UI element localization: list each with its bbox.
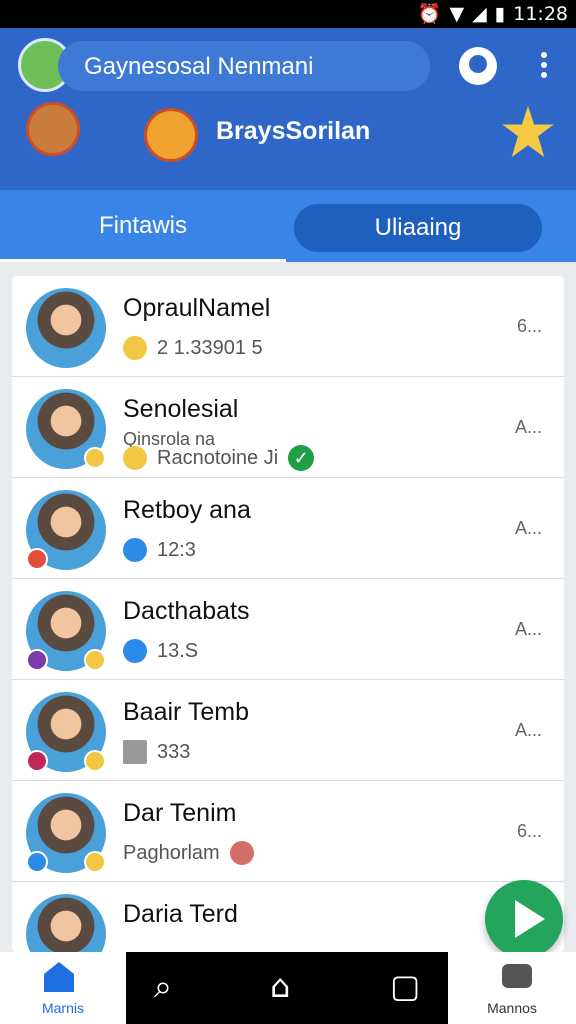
mini-avatar-icon (123, 446, 147, 470)
contact-meta: Paghorlam (123, 841, 254, 865)
message-time: 6... (516, 316, 542, 336)
avatar (26, 288, 106, 368)
wifi-icon: ▼ (449, 2, 465, 25)
home-icon (44, 962, 74, 992)
character-icon (26, 102, 80, 156)
home-icon[interactable]: ⌂ (270, 970, 290, 1002)
smiley-badge-icon (84, 851, 106, 873)
contact-detail: 333 (157, 740, 191, 763)
contact-detail: 2 1.33901 5 (157, 336, 263, 359)
message-time: A... (514, 720, 542, 740)
message-time: A... (514, 518, 542, 538)
promo-title: BraysSorilan (216, 117, 371, 145)
status-badge (26, 649, 48, 671)
home-nav-button[interactable]: Marnis (0, 952, 126, 1024)
status-bar: ⏰ ▼ ◢ ▮ 11:28 (0, 0, 576, 28)
contact-name: Daria Terd (123, 900, 238, 928)
check-icon (123, 538, 147, 562)
play-fab-button[interactable] (485, 880, 563, 958)
battery-icon: ▮ (494, 2, 506, 25)
status-badge (26, 851, 48, 873)
cartoon-characters-image (18, 102, 198, 174)
tab-left[interactable]: Fintawis (0, 190, 286, 262)
message-icon (123, 639, 147, 663)
bottom-navigation: Marnis ⌕ ⌂ ▢ Mannos (0, 952, 576, 1024)
smiley-badge-icon (84, 750, 106, 772)
search-text: Gaynesosal Nenmani (84, 53, 314, 80)
status-time: 11:28 (513, 2, 568, 25)
contact-name: Dacthabats (123, 597, 250, 625)
search-icon[interactable]: ⌕ (154, 970, 172, 1002)
list-item[interactable]: Baair Temb 333 A... (12, 680, 564, 781)
camera-icon (502, 964, 532, 988)
messages-nav-button[interactable]: Mannos (448, 952, 576, 1024)
square-icon (123, 740, 147, 764)
alarm-icon: ⏰ (417, 3, 442, 25)
contact-name: Dar Tenim (123, 799, 237, 827)
contact-meta: 13.S (123, 639, 198, 663)
mini-avatar-icon (229, 841, 254, 865)
list-item[interactable]: Senolesial Qinsrola na Racnotoine Ji ✓ A… (12, 377, 564, 478)
status-badge (26, 548, 48, 570)
coin-icon (123, 336, 147, 360)
messages-nav-label: Mannos (487, 1000, 537, 1016)
star-icon (502, 106, 554, 157)
message-time: A... (514, 417, 542, 437)
contact-name: OpraulNamel (123, 294, 271, 322)
status-icons: ⏰ ▼ ◢ ▮ 11:28 (417, 2, 568, 26)
home-nav-label: Marnis (41, 1000, 84, 1016)
tab-bar: Fintawis Uliaaing (0, 190, 576, 262)
contact-meta: 12:3 (123, 538, 196, 562)
contact-list: OpraulNamel 2 1.33901 5 6... Senolesial … (12, 276, 564, 952)
contact-name: Senolesial (123, 395, 239, 423)
tab-right[interactable]: Uliaaing (294, 204, 542, 252)
contact-detail: Racnotoine Ji (157, 446, 279, 469)
more-options-icon[interactable] (535, 50, 553, 84)
contact-name: Baair Temb (123, 698, 249, 726)
system-navigation: ⌕ ⌂ ▢ (126, 952, 448, 1024)
list-item[interactable]: Dar Tenim Paghorlam 6... (12, 781, 564, 882)
verified-icon: ✓ (288, 445, 315, 471)
signal-icon: ◢ (472, 2, 487, 25)
smiley-icon (144, 108, 198, 162)
contact-meta: 333 (123, 740, 190, 764)
contact-name: Retboy ana (123, 496, 251, 524)
status-badge (84, 447, 106, 469)
message-time: A... (514, 619, 542, 639)
profile-icon[interactable] (459, 47, 497, 85)
contact-detail: 13.S (157, 639, 199, 662)
avatar (26, 894, 106, 952)
app-header: Gaynesosal Nenmani BraysSorilan (0, 28, 576, 190)
list-item[interactable]: OpraulNamel 2 1.33901 5 6... (12, 276, 564, 377)
smiley-badge-icon (84, 649, 106, 671)
contact-detail: Paghorlam (123, 841, 220, 864)
list-item[interactable]: Dacthabats 13.S A... (12, 579, 564, 680)
contact-meta: 2 1.33901 5 (123, 336, 263, 360)
contact-meta: Racnotoine Ji ✓ (123, 445, 315, 471)
search-bar[interactable]: Gaynesosal Nenmani (58, 41, 430, 91)
status-badge (26, 750, 48, 772)
recent-apps-icon[interactable]: ▢ (390, 970, 420, 1002)
list-item[interactable]: Retboy ana 12:3 A... (12, 478, 564, 579)
list-item[interactable]: Daria Terd (12, 882, 564, 952)
contact-detail: 12:3 (157, 538, 196, 561)
message-time: 6... (516, 821, 542, 841)
